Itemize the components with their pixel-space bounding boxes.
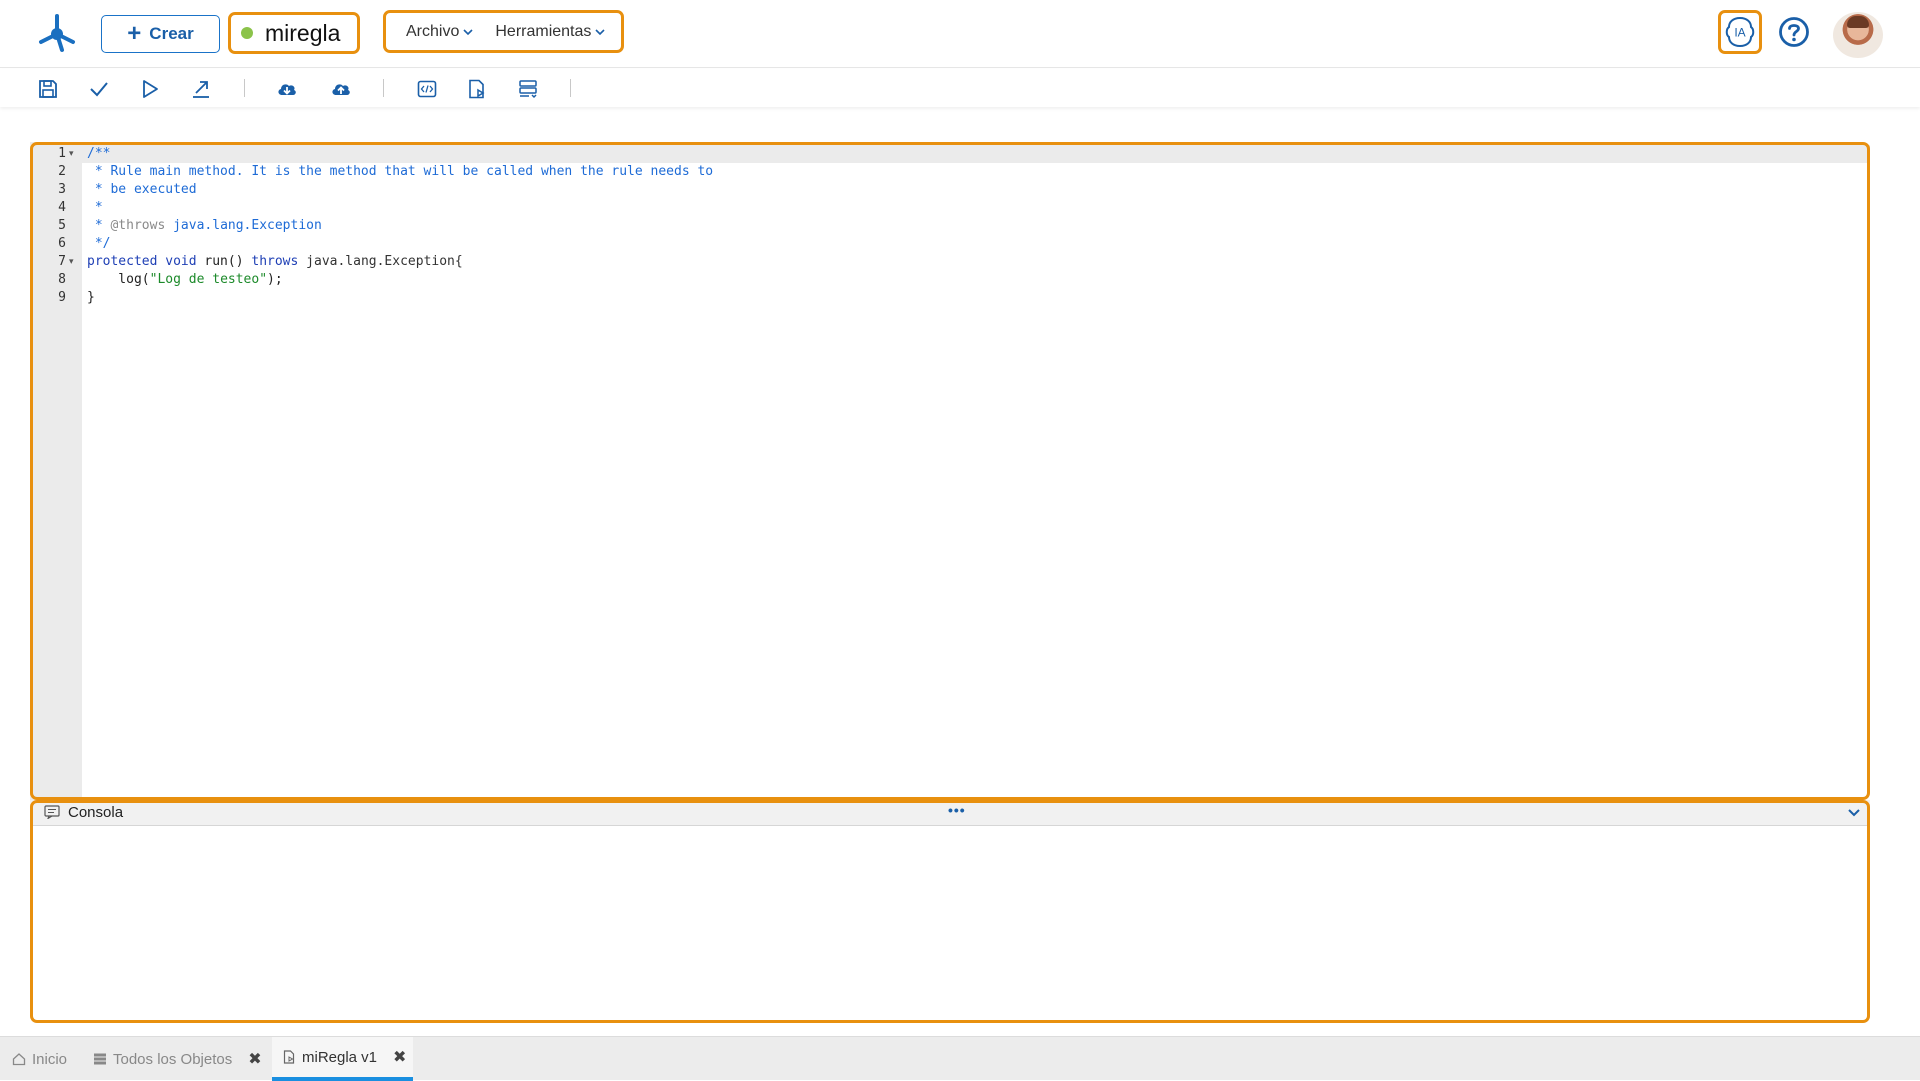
code-line-2: * Rule main method. It is the method tha… — [87, 164, 714, 179]
code-line-4: * — [87, 200, 103, 215]
line-number: 6 — [58, 236, 66, 251]
code-view-button[interactable] — [414, 76, 440, 102]
chevron-down-icon — [595, 28, 605, 35]
toolbar-separator — [570, 79, 571, 97]
code-token: @throws — [110, 218, 166, 233]
save-icon — [39, 80, 57, 98]
editor-gutter: 1 ▾ 2 3 4 5 6 7 ▾ 8 9 — [30, 142, 82, 800]
line-number: 7 — [58, 254, 66, 269]
console-title: Consola — [68, 804, 124, 821]
rule-name-text: miregla — [265, 19, 341, 46]
code-token: run() — [196, 254, 252, 269]
app-header: + Crear miregla Archivo Herramientas IA — [0, 0, 1920, 68]
tab-all-objects-label: Todos los Objetos — [113, 1050, 233, 1068]
line-number: 2 — [58, 164, 66, 179]
menu-archivo-label: Archivo — [406, 22, 460, 40]
list-icon — [519, 80, 537, 99]
code-line-1: /** — [87, 146, 111, 161]
create-button-label: Crear — [149, 24, 194, 43]
properties-button[interactable] — [515, 76, 541, 102]
toolbar — [0, 69, 1920, 107]
tab-all-objects[interactable]: Todos los Objetos ✖ — [93, 1037, 262, 1081]
code-line-7: protected void run() throws java.lang.Ex… — [87, 254, 463, 269]
menu-archivo[interactable]: Archivo — [406, 23, 473, 41]
console-icon — [44, 805, 60, 819]
ia-brain-icon: IA — [1725, 16, 1755, 48]
code-token: throws — [251, 254, 299, 269]
code-token: protected void — [87, 254, 197, 269]
console-header[interactable]: Consola ••• — [30, 800, 1870, 826]
export-icon — [193, 81, 209, 98]
bottom-tab-bar: Inicio Todos los Objetos ✖ miRegla v1 ✖ — [0, 1036, 1920, 1081]
console-panel: Consola ••• — [30, 800, 1870, 1022]
code-line-5: * @throws java.lang.Exception — [87, 218, 322, 233]
code-token: ); — [267, 272, 283, 287]
active-line-highlight — [82, 145, 1870, 163]
download-button[interactable] — [274, 76, 300, 102]
deyel-logo-icon[interactable] — [36, 12, 78, 54]
save-button[interactable] — [35, 76, 61, 102]
tab-rule-label: miRegla v1 — [302, 1048, 378, 1066]
cloud-upload-icon — [332, 84, 350, 95]
close-icon[interactable]: ✖ — [393, 1047, 406, 1067]
menu-herramientas[interactable]: Herramientas — [495, 23, 605, 41]
chevron-down-icon — [463, 28, 473, 35]
check-icon — [90, 82, 108, 97]
document-icon — [283, 1050, 295, 1064]
close-icon[interactable]: ✖ — [248, 1049, 261, 1069]
main-menu: Archivo Herramientas — [383, 10, 624, 53]
line-number: 8 — [58, 272, 66, 287]
home-icon — [12, 1053, 26, 1066]
export-button[interactable] — [188, 76, 214, 102]
code-editor[interactable]: 1 ▾ 2 3 4 5 6 7 ▾ 8 9 /** * Rule main me… — [30, 142, 1870, 800]
fold-toggle-icon[interactable]: ▾ — [69, 148, 74, 159]
code-token: java.lang.Exception{ — [298, 254, 463, 269]
code-token: java.lang.Exception — [165, 218, 322, 233]
list-icon — [94, 1053, 106, 1065]
status-dot-icon — [241, 27, 253, 39]
plus-icon: + — [127, 20, 142, 47]
code-token: log( — [87, 272, 150, 287]
document-edit-icon — [469, 79, 485, 99]
ia-assistant-button[interactable]: IA — [1718, 10, 1762, 54]
line-number: 3 — [58, 182, 66, 197]
line-number: 1 — [58, 146, 66, 161]
cloud-download-icon — [278, 84, 296, 95]
run-button[interactable] — [137, 76, 163, 102]
line-number: 5 — [58, 218, 66, 233]
validate-button[interactable] — [86, 76, 112, 102]
code-line-3: * be executed — [87, 182, 197, 197]
code-token: "Log de testeo" — [149, 272, 268, 287]
line-number: 4 — [58, 200, 66, 215]
fold-toggle-icon[interactable]: ▾ — [69, 256, 74, 267]
rule-name-field[interactable]: miregla — [228, 12, 360, 54]
toolbar-separator — [244, 79, 245, 97]
ia-label: IA — [1734, 26, 1745, 40]
help-icon[interactable] — [1778, 16, 1810, 48]
document-edit-button[interactable] — [464, 76, 490, 102]
code-line-6: */ — [87, 236, 111, 251]
console-resize-handle[interactable]: ••• — [948, 802, 966, 818]
code-line-8: log("Log de testeo"); — [87, 272, 283, 287]
code-view-icon — [417, 80, 437, 98]
code-token: * — [87, 218, 111, 233]
upload-button[interactable] — [328, 76, 354, 102]
line-number: 9 — [58, 290, 66, 305]
code-line-9: } — [87, 290, 95, 305]
create-button[interactable]: + Crear — [101, 15, 220, 53]
run-icon — [143, 80, 158, 98]
tab-home-label: Inicio — [32, 1050, 68, 1068]
tab-home[interactable]: Inicio — [12, 1037, 67, 1081]
menu-herramientas-label: Herramientas — [495, 22, 592, 40]
user-avatar[interactable] — [1833, 12, 1883, 58]
toolbar-separator — [383, 79, 384, 97]
tab-rule[interactable]: miRegla v1 ✖ — [272, 1037, 413, 1081]
chevron-down-icon[interactable] — [1846, 805, 1862, 819]
